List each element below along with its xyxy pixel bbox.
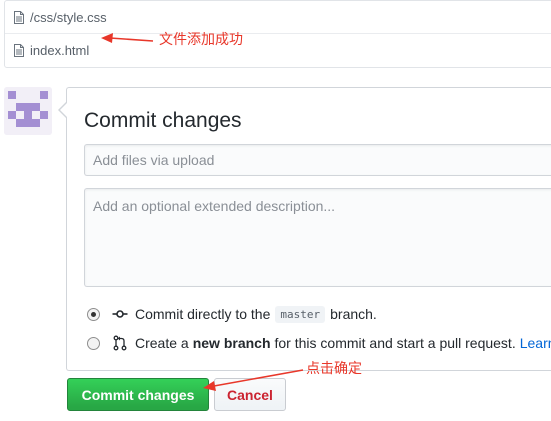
annotation-click-confirm: 点击确定 bbox=[306, 361, 362, 377]
annotation-arrow-commit bbox=[203, 369, 304, 391]
